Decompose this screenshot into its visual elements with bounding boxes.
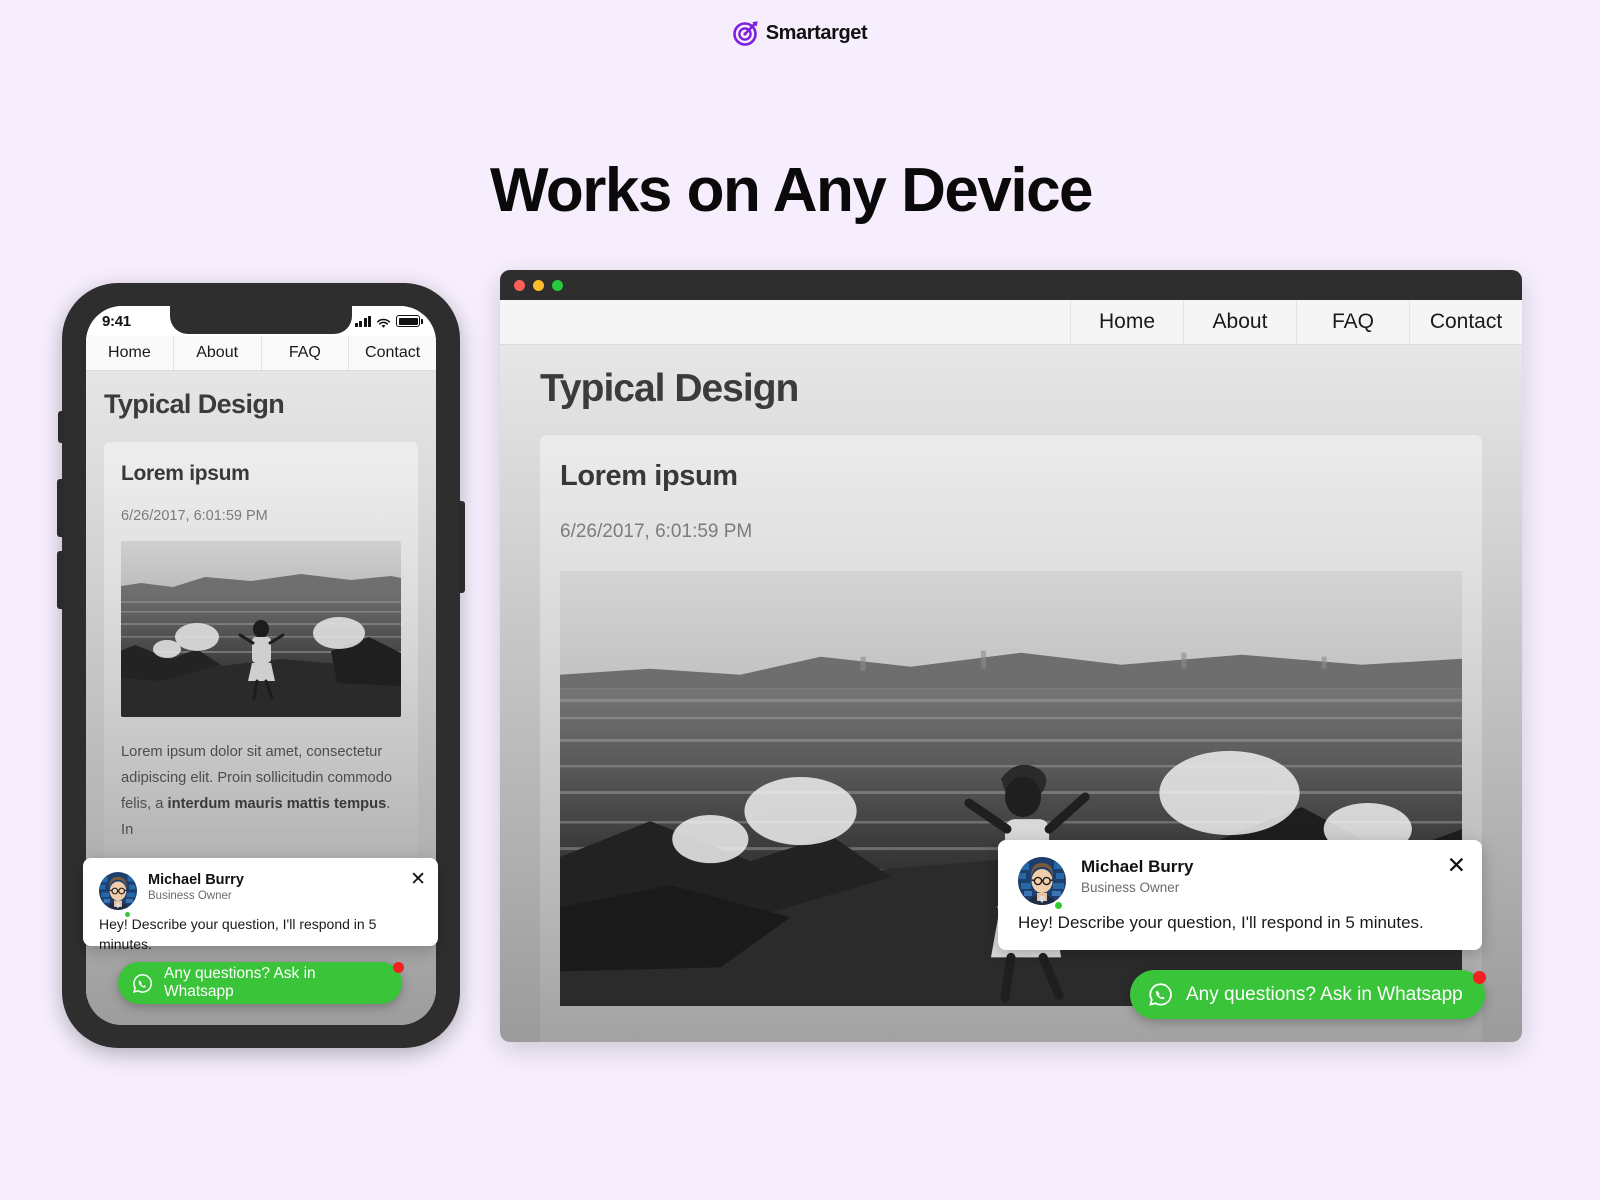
wifi-icon <box>376 316 391 328</box>
signal-bars-icon <box>354 315 371 327</box>
whatsapp-button-label: Any questions? Ask in Whatsapp <box>1186 983 1463 1005</box>
window-minimize-button[interactable] <box>533 279 544 291</box>
phone-nav-item-about[interactable]: About <box>174 336 262 370</box>
chat-widget-meta: Michael Burry Business Owner <box>148 872 244 902</box>
online-status-dot <box>123 910 132 919</box>
brand-name: Smartarget <box>765 21 868 44</box>
chat-widget-meta: Michael Burry Business Owner <box>1081 857 1193 895</box>
desktop-nav-item-faq[interactable]: FAQ <box>1296 300 1409 344</box>
desktop-nav[interactable]: Home About FAQ Contact <box>500 300 1522 345</box>
status-bar-icons <box>354 315 423 328</box>
desktop-post-date: 6/26/2017, 6:01:59 PM <box>560 521 753 542</box>
brand-header: Smartarget <box>0 20 1600 46</box>
phone-post-image <box>121 541 401 717</box>
phone-power-button[interactable] <box>458 501 465 593</box>
whatsapp-button-phone[interactable]: Any questions? Ask in Whatsapp <box>118 962 404 1004</box>
whatsapp-icon <box>1148 982 1173 1007</box>
status-bar-time: 9:41 <box>102 312 131 330</box>
chat-message: Hey! Describe your question, I'll respon… <box>1018 913 1424 932</box>
desktop-post-title: Lorem ipsum <box>560 460 738 492</box>
phone-nav-item-contact[interactable]: Contact <box>349 336 436 370</box>
phone-post-date: 6/26/2017, 6:01:59 PM <box>121 508 268 524</box>
phone-silence-switch[interactable] <box>58 411 64 443</box>
phone-volume-up-button[interactable] <box>57 479 64 537</box>
phone-volume-down-button[interactable] <box>57 551 64 609</box>
avatar <box>1018 857 1066 905</box>
online-status-dot <box>1053 900 1064 911</box>
phone-nav-item-home[interactable]: Home <box>86 336 174 370</box>
chat-widget-header: Michael Burry Business Owner <box>99 872 422 919</box>
chat-agent-name: Michael Burry <box>148 872 244 888</box>
whatsapp-button-desktop[interactable]: Any questions? Ask in Whatsapp <box>1130 970 1486 1019</box>
chat-widget-phone: Michael Burry Business Owner Hey! Descri… <box>83 858 438 952</box>
whatsapp-button-label: Any questions? Ask in Whatsapp <box>164 965 316 1000</box>
phone-nav[interactable]: Home About FAQ Contact <box>86 336 436 371</box>
notification-badge <box>393 962 404 973</box>
chat-agent-name: Michael Burry <box>1081 857 1194 876</box>
desktop-nav-item-about[interactable]: About <box>1183 300 1296 344</box>
chat-agent-role: Business Owner <box>1081 880 1180 895</box>
target-dart-icon <box>732 20 759 46</box>
desktop-nav-item-home[interactable]: Home <box>1070 300 1183 344</box>
window-maximize-button[interactable] <box>552 279 563 291</box>
phone-post-body-bold: interdum mauris mattis tempus <box>167 796 387 813</box>
chat-agent-role: Business Owner <box>148 890 232 902</box>
page-title: Works on Any Device <box>490 156 1094 225</box>
close-icon[interactable]: ✕ <box>410 870 426 889</box>
window-close-button[interactable] <box>514 279 525 291</box>
desktop-nav-item-contact[interactable]: Contact <box>1409 300 1522 344</box>
notification-badge <box>1473 971 1486 984</box>
page-root: Smartarget Works on Any Device 9:41 Home… <box>0 0 1600 1200</box>
chat-widget-desktop: Michael Burry Business Owner Hey! Descri… <box>998 840 1482 950</box>
phone-post-card: Lorem ipsum 6/26/2017, 6:01:59 PM Lorem … <box>104 442 418 864</box>
avatar <box>99 872 137 910</box>
phone-nav-item-faq[interactable]: FAQ <box>262 336 350 370</box>
desktop-post-card: Lorem ipsum 6/26/2017, 6:01:59 PM <box>540 435 1482 1042</box>
desktop-page-title: Typical Design <box>540 367 799 410</box>
chat-message: Hey! Describe your question, I'll respon… <box>99 916 377 953</box>
battery-icon <box>396 315 423 327</box>
phone-page-title: Typical Design <box>104 389 285 419</box>
browser-title-bar <box>500 270 1522 300</box>
chat-widget-header: Michael Burry Business Owner <box>1018 857 1462 911</box>
whatsapp-icon <box>132 973 153 994</box>
phone-post-body: Lorem ipsum dolor sit amet, consectetur … <box>121 739 401 844</box>
close-icon[interactable]: ✕ <box>1447 854 1466 877</box>
phone-notch <box>170 306 352 334</box>
phone-post-title: Lorem ipsum <box>121 462 250 485</box>
